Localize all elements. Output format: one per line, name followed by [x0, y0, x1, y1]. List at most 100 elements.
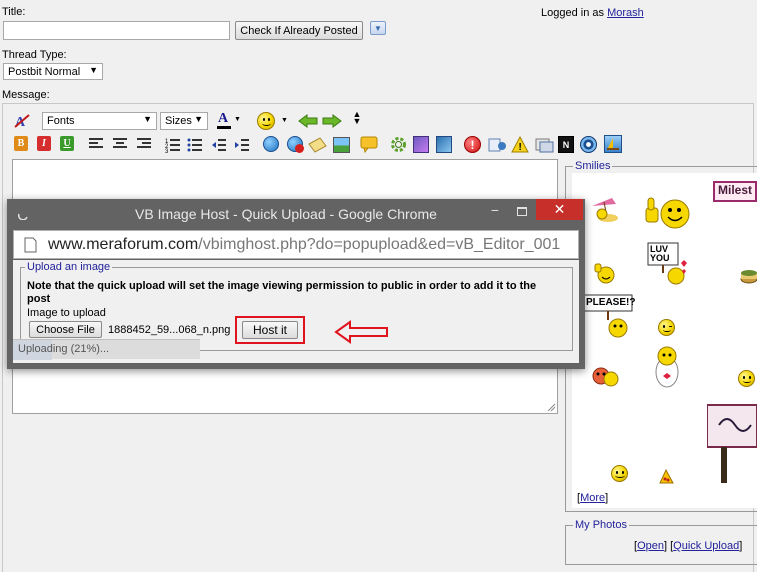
smiley-insert-icon[interactable] [257, 112, 275, 130]
text-color-letter: A [218, 111, 229, 126]
choose-file-button[interactable]: Choose File [29, 321, 102, 338]
photo-links: [Open] [Quick Upload] [634, 540, 743, 552]
url-bar[interactable]: www.meraforum.com/vbimghost.php?do=popup… [13, 230, 579, 259]
upload-progress-bar: Uploading (21%)... [13, 339, 200, 360]
more-smilies: [More] [577, 492, 609, 504]
upload-note: Note that the quick upload will set the … [27, 280, 537, 305]
host-it-button[interactable]: Host it [242, 321, 298, 339]
dropdown-arrow-icon: ▼ [234, 116, 241, 123]
sailboat-icon[interactable] [604, 135, 622, 153]
upload-status: Uploading (21%)... [18, 343, 110, 355]
milestone-smiley[interactable]: Milest [713, 181, 757, 202]
url-path: /vbimghost.php?do=popupload&ed=vB_Editor… [198, 235, 561, 253]
undo-arrow-icon[interactable] [298, 113, 318, 129]
selected-file-name: 1888452_59...068_n.png [108, 324, 231, 336]
warning-icon[interactable]: ! [511, 135, 529, 153]
smilies-legend: Smilies [573, 160, 613, 172]
insert-image-icon[interactable] [333, 137, 350, 153]
thread-type-select[interactable]: Postbit Normal ▼ [3, 63, 103, 80]
unlink-icon[interactable] [287, 136, 304, 153]
underline-button[interactable]: U [60, 136, 74, 151]
ordered-list-icon[interactable]: 123 [165, 137, 181, 155]
font-select-value: Fonts [47, 115, 75, 127]
host-it-highlight: Host it [235, 316, 305, 344]
html-icon[interactable] [436, 136, 452, 153]
waving-smiley[interactable] [594, 262, 616, 284]
indent-icon[interactable] [234, 137, 250, 153]
resize-grip-icon[interactable] [547, 403, 556, 412]
popup-content: Upload an image Note that the quick uplo… [13, 260, 579, 363]
size-select-value: Sizes [165, 115, 192, 127]
email-link-icon[interactable] [308, 137, 327, 153]
grin-smiley[interactable] [611, 465, 628, 482]
code-icon[interactable] [413, 136, 429, 153]
spoiler-icon[interactable] [488, 136, 507, 153]
align-left-icon[interactable] [89, 138, 103, 150]
title-input[interactable] [3, 21, 230, 40]
logged-in-prefix: Logged in as [541, 7, 604, 19]
message-label: Message: [2, 89, 50, 101]
alert-icon[interactable]: ! [464, 136, 481, 153]
svg-text:3: 3 [165, 149, 169, 153]
baby-smiley[interactable] [654, 344, 680, 388]
dropdown-arrow-icon: ▼ [194, 114, 203, 124]
noparse-icon[interactable]: N [558, 136, 574, 153]
smile-smiley[interactable] [738, 370, 755, 387]
minimize-icon[interactable]: − [484, 202, 506, 222]
outdent-icon[interactable] [211, 137, 227, 153]
check-if-posted-button[interactable]: Check If Already Posted [235, 21, 363, 40]
close-icon[interactable]: ✕ [536, 199, 583, 220]
color-bar [217, 126, 231, 129]
quick-upload-link[interactable]: Quick Upload [673, 540, 739, 552]
loading-spinner-icon [17, 213, 28, 220]
dropdown-arrow-icon[interactable]: ▼ [281, 117, 288, 124]
page-icon [24, 237, 37, 253]
username-link[interactable]: Morash [607, 7, 644, 19]
hide-icon[interactable] [534, 136, 554, 153]
font-select[interactable]: Fonts ▼ [42, 112, 157, 130]
chevron-down-icon[interactable]: ▼ [370, 21, 386, 35]
media-icon[interactable] [580, 136, 597, 153]
open-photos-link[interactable]: Open [637, 540, 664, 552]
thread-type-label: Thread Type: [2, 49, 67, 61]
size-select[interactable]: Sizes ▼ [160, 112, 208, 130]
urdu-sign-smiley[interactable] [706, 403, 757, 483]
italic-button[interactable]: I [37, 136, 51, 151]
unordered-list-icon[interactable] [187, 137, 203, 153]
cake-smiley[interactable] [740, 265, 757, 285]
resize-editor-icon[interactable]: ▲ ▼ [352, 110, 362, 131]
logged-in-status: Logged in as Morash [541, 7, 644, 19]
quote-icon[interactable] [360, 136, 378, 154]
redo-arrow-icon[interactable] [322, 113, 342, 129]
luv-you-smiley[interactable]: LUV YOU [646, 241, 688, 285]
gear-icon[interactable] [390, 136, 407, 153]
more-smilies-link[interactable]: More [580, 492, 605, 504]
luv-you-text: LUV YOU [650, 244, 670, 263]
dropdown-arrow-icon: ▼ [89, 65, 98, 75]
svg-text:!: ! [519, 142, 522, 153]
popup-window-title: VB Image Host - Quick Upload - Google Ch… [135, 206, 437, 222]
popup-titlebar: VB Image Host - Quick Upload - Google Ch… [7, 199, 585, 229]
align-center-icon[interactable] [113, 138, 127, 150]
align-right-icon[interactable] [137, 138, 151, 150]
red-arrow-annotation [334, 320, 388, 344]
beach-smiley[interactable] [590, 196, 620, 224]
thumbs-up-smiley[interactable] [643, 196, 691, 232]
text-color-button[interactable]: A ▼ [215, 111, 241, 130]
dropdown-arrow-icon: ▼ [143, 114, 152, 124]
wink-smiley[interactable] [658, 319, 675, 336]
url-host: www.meraforum.com [48, 235, 199, 253]
bold-button[interactable]: B [14, 136, 28, 151]
globe-link-icon[interactable] [263, 136, 279, 152]
upload-legend: Upload an image [25, 261, 113, 273]
maximize-icon[interactable] [512, 204, 534, 224]
title-label: Title: [2, 6, 26, 18]
my-photos-legend: My Photos [573, 519, 629, 531]
crying-smiley[interactable] [592, 366, 620, 388]
pizza-smiley[interactable] [659, 468, 674, 484]
please-smiley[interactable]: PLEASE!? [583, 294, 635, 338]
image-to-upload-label: Image to upload [27, 307, 106, 319]
thread-type-value: Postbit Normal [8, 65, 81, 78]
remove-format-icon[interactable]: A [14, 113, 30, 130]
please-text: PLEASE!? [586, 297, 636, 308]
